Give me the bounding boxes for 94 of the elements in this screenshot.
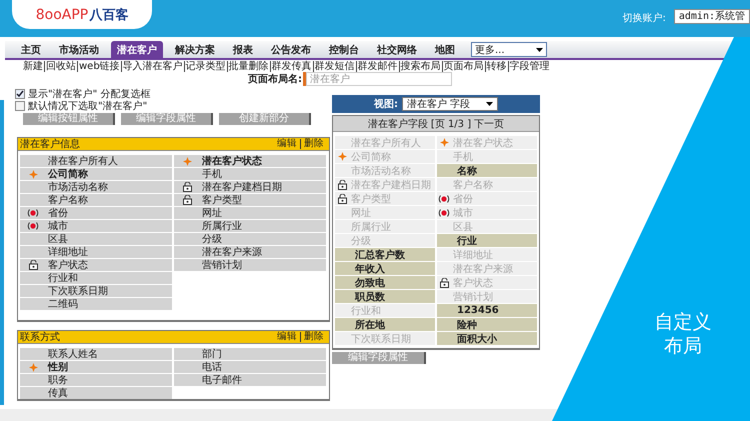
layout-name-field[interactable]: 潜在客户 (306, 72, 452, 86)
palette-field[interactable]: 面积大小 (437, 332, 537, 345)
section-action-link[interactable]: 删除 (300, 332, 327, 342)
nav-tab[interactable]: 主页 (15, 40, 47, 58)
field-cell[interactable]: 传真 (20, 387, 172, 399)
field-cell[interactable]: 潜在客户状态 (174, 155, 326, 167)
required-icon (28, 362, 38, 372)
nav-tab[interactable]: 控制台 (323, 40, 365, 58)
lock-icon (338, 194, 346, 204)
nav-tab[interactable]: 报表 (227, 40, 259, 58)
caret-icon (536, 48, 543, 52)
nav-tab[interactable]: 潜在客户 (111, 40, 163, 58)
nav-tab[interactable]: 市场活动 (53, 40, 105, 58)
picklist-icon (27, 209, 39, 217)
page-indicator: [页 1/3 ] (430, 118, 472, 130)
field-cell[interactable]: 手机 (174, 168, 326, 180)
field-cell[interactable]: 联系人姓名 (20, 348, 172, 360)
picklist-icon (27, 222, 39, 230)
field-cell[interactable]: 下次联系日期 (20, 285, 172, 297)
action-link[interactable]: 批量删除 (226, 60, 270, 72)
action-link[interactable]: 转移 (484, 60, 508, 72)
palette-field[interactable]: 职员数 (335, 290, 435, 303)
section-title: 联系方式 (20, 330, 60, 344)
nav-tab[interactable]: 公告发布 (265, 40, 317, 58)
field-cell[interactable]: 性别 (20, 361, 172, 373)
field-cell[interactable]: 二维码 (20, 298, 172, 310)
view-select[interactable]: 潜在客户 字段 (402, 97, 498, 111)
checkbox-label: 显示"潜在客户" 分配复选框 (28, 88, 150, 100)
field-cell[interactable]: 市场活动名称 (20, 181, 172, 193)
field-cell[interactable]: 客户名称 (20, 194, 172, 206)
field-cell[interactable]: 客户状态 (20, 259, 172, 271)
checkbox[interactable] (15, 101, 25, 111)
field-cell[interactable]: 公司简称 (20, 168, 172, 180)
picklist-icon (438, 208, 450, 216)
lock-icon (182, 182, 192, 192)
action-link[interactable]: 回收站 (44, 60, 77, 72)
field-cell[interactable]: 区县 (20, 233, 172, 245)
section-title: 潜在客户信息 (20, 138, 80, 151)
palette-field[interactable]: 123456 (437, 304, 537, 317)
section-action-link[interactable]: 编辑 (274, 332, 300, 342)
field-cell[interactable]: 省份 (20, 207, 172, 219)
palette-field[interactable]: 行业 (437, 234, 537, 247)
action-link[interactable]: 导入潜在客户 (120, 60, 184, 72)
checkbox[interactable] (15, 89, 25, 99)
next-page-link[interactable]: 下一页 (474, 116, 504, 130)
picklist-icon (438, 194, 450, 202)
required-icon (338, 152, 346, 161)
field-cell[interactable]: 详细地址 (20, 246, 172, 258)
view-label: 视图: (374, 98, 398, 111)
field-cell[interactable]: 潜在客户建档日期 (174, 181, 326, 193)
field-cell[interactable]: 城市 (20, 220, 172, 232)
logo-text: 八百客 (89, 6, 128, 24)
palette-field[interactable]: 年收入 (335, 262, 435, 275)
field-cell[interactable]: 所属行业 (174, 220, 326, 232)
required-icon (440, 138, 448, 147)
caret-icon (486, 102, 493, 106)
required-icon (28, 170, 38, 178)
field-cell[interactable]: 职务 (20, 374, 172, 386)
nav-tab[interactable]: 解决方案 (169, 40, 221, 58)
field-cell[interactable]: 行业和 (20, 272, 172, 284)
required-icon (182, 156, 192, 166)
action-link[interactable]: web链接 (77, 60, 121, 72)
palette-field[interactable]: 名称 (437, 164, 537, 177)
palette-field[interactable]: 汇总客户数 (335, 248, 435, 261)
lock-icon (338, 180, 346, 190)
lock-icon (182, 195, 192, 205)
palette-field[interactable]: 勿致电 (335, 276, 435, 289)
field-cell[interactable]: 潜在客户来源 (174, 246, 326, 258)
checkbox-label: 默认情况下选取"潜在客户" (28, 100, 148, 113)
palette-field[interactable]: 所在地 (335, 318, 435, 331)
slide-caption: 自定义 布局 (654, 310, 712, 358)
field-cell[interactable]: 潜在客户所有人 (20, 155, 172, 167)
field-cell[interactable]: 网址 (174, 207, 326, 219)
account-select[interactable]: admin:系统管 (674, 9, 750, 24)
field-cell[interactable]: 营销计划 (174, 259, 326, 271)
nav-tab[interactable]: 地图 (429, 40, 461, 58)
field-cell[interactable]: 电话 (174, 361, 326, 373)
lock-icon (440, 278, 448, 288)
more-select[interactable]: 更多... (471, 42, 547, 57)
palette-title: 潜在客户字段 (368, 118, 428, 130)
field-cell[interactable]: 部门 (174, 348, 326, 360)
palette-field[interactable]: 险种 (437, 318, 537, 331)
field-cell[interactable]: 电子邮件 (174, 374, 326, 386)
action-link[interactable]: 字段管理 (508, 60, 551, 72)
field-cell[interactable]: 客户类型 (174, 194, 326, 206)
nav-tab[interactable]: 社交网络 (371, 40, 423, 58)
lock-icon (28, 260, 38, 270)
field-cell[interactable]: 分级 (174, 233, 326, 245)
section-action-link[interactable]: 编辑 (274, 139, 300, 149)
section-action-link[interactable]: 删除 (300, 139, 327, 149)
action-link[interactable]: 记录类型 (184, 60, 227, 72)
logo-text: 8ooAPP (36, 6, 88, 22)
action-link[interactable]: 新建 (22, 60, 44, 72)
account-label: 切换账户: (622, 12, 666, 25)
